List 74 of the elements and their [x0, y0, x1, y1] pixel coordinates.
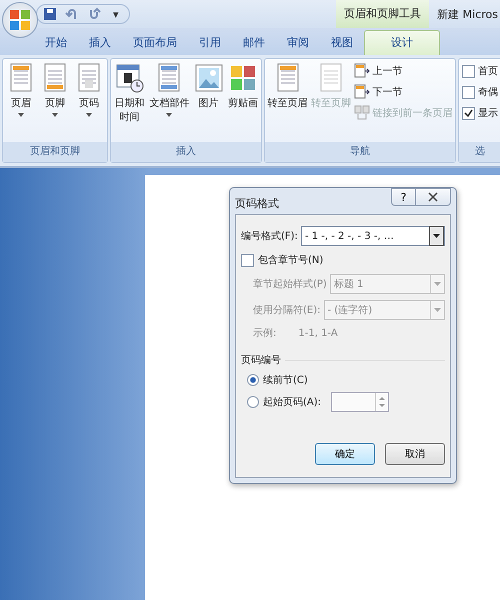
document-icon [42, 63, 68, 93]
dialog-button[interactable]: 取消 [385, 443, 445, 465]
link-pages-icon [354, 105, 370, 121]
start-page-spinner[interactable] [331, 392, 390, 412]
ribbon-tab[interactable]: 审阅 [276, 31, 320, 55]
help-button[interactable]: ? [391, 188, 415, 206]
ribbon-button[interactable]: 转至页眉 [266, 61, 309, 140]
document-icon [8, 63, 34, 93]
group-label: 导航 [265, 142, 455, 162]
radio-label: 续前节(C) [263, 374, 308, 387]
checkbox[interactable] [241, 254, 254, 266]
window-title: 新建 Micros [436, 6, 499, 22]
ribbon-tab[interactable]: 视图 [320, 31, 364, 55]
field-label: 编号格式(F): [241, 230, 298, 243]
ribbon-button[interactable]: 页眉 [7, 61, 35, 140]
contextual-tab-group: 页眉和页脚工具 [336, 0, 430, 28]
document-icon [156, 63, 182, 93]
checkbox-label: 首页 [478, 65, 498, 78]
radio-label: 起始页码(A): [263, 396, 322, 409]
ribbon-tab[interactable]: 引用 [188, 31, 232, 55]
dropdown-arrow-icon [433, 234, 440, 238]
ribbon-tab[interactable]: 开始 [34, 31, 78, 55]
ribbon-tab[interactable]: 插入 [78, 31, 122, 55]
ribbon-tab[interactable]: 页面布局 [122, 31, 188, 55]
dropdown-arrow-icon [434, 282, 441, 286]
dropdown-arrow-icon [18, 113, 24, 117]
page-arrow-icon [354, 84, 370, 100]
ribbon-tab[interactable]: 邮件 [232, 31, 276, 55]
save-icon[interactable] [43, 7, 57, 21]
ribbon-button[interactable]: 图片 [192, 61, 225, 140]
field-label: 使用分隔符(E): [253, 304, 320, 317]
number-format-dropdown[interactable]: - 1 -, - 2 -, - 3 -, … [300, 226, 445, 246]
redo-icon[interactable] [87, 7, 101, 21]
checkbox-label: 奇偶 [478, 86, 498, 99]
example-value: 1-1, 1-A [298, 328, 338, 338]
group-label: 选 [459, 142, 500, 162]
ribbon-button[interactable]: 下一节 [353, 84, 454, 100]
radio-button[interactable] [247, 374, 259, 386]
radio-button[interactable] [247, 396, 259, 408]
ribbon-button[interactable]: 页码 [75, 61, 103, 140]
spinner-arrows-icon [378, 395, 386, 409]
dropdown-arrow-icon [52, 113, 58, 117]
checkbox-label: 包含章节号(N) [258, 254, 324, 267]
ribbon-button[interactable]: 上一节 [353, 63, 454, 79]
close-icon [428, 192, 438, 202]
dialog-title: 页码格式 [235, 196, 279, 211]
calendar-clock-icon [114, 63, 145, 93]
ribbon-tab[interactable]: 设计 [364, 30, 440, 55]
checkbox-label: 显示 [478, 107, 498, 120]
numbered-page-icon [76, 63, 102, 93]
office-button[interactable] [2, 2, 38, 38]
ribbon-button[interactable]: 剪贴画 [226, 61, 259, 140]
checkbox[interactable] [462, 106, 475, 120]
group-label: 页眉和页脚 [3, 142, 107, 162]
section-title: 页码编号 [241, 354, 281, 367]
checkbox[interactable] [462, 64, 475, 78]
field-label: 章节起始样式(P) [253, 278, 327, 291]
page-arrow-icon [354, 63, 370, 79]
dialog-button[interactable]: 确定 [315, 443, 375, 465]
group-label: 插入 [111, 142, 261, 162]
document-icon [274, 63, 301, 93]
dropdown-arrow-icon [434, 308, 441, 312]
checkbox[interactable] [462, 86, 475, 98]
field-label: 示例: [253, 327, 276, 340]
ribbon-button[interactable]: 页脚 [41, 61, 69, 140]
document-icon [318, 63, 344, 93]
landscape-image-icon [194, 63, 224, 93]
ribbon-button[interactable]: 文档部件 [148, 61, 190, 140]
dropdown-arrow-icon [166, 113, 172, 117]
office-logo-icon [9, 9, 31, 31]
dropdown-arrow-icon [86, 113, 92, 117]
ribbon-button[interactable]: 日期和时间 [113, 61, 146, 140]
close-button[interactable] [415, 188, 451, 206]
customize-toolbar-button[interactable]: ▾ [113, 8, 119, 20]
